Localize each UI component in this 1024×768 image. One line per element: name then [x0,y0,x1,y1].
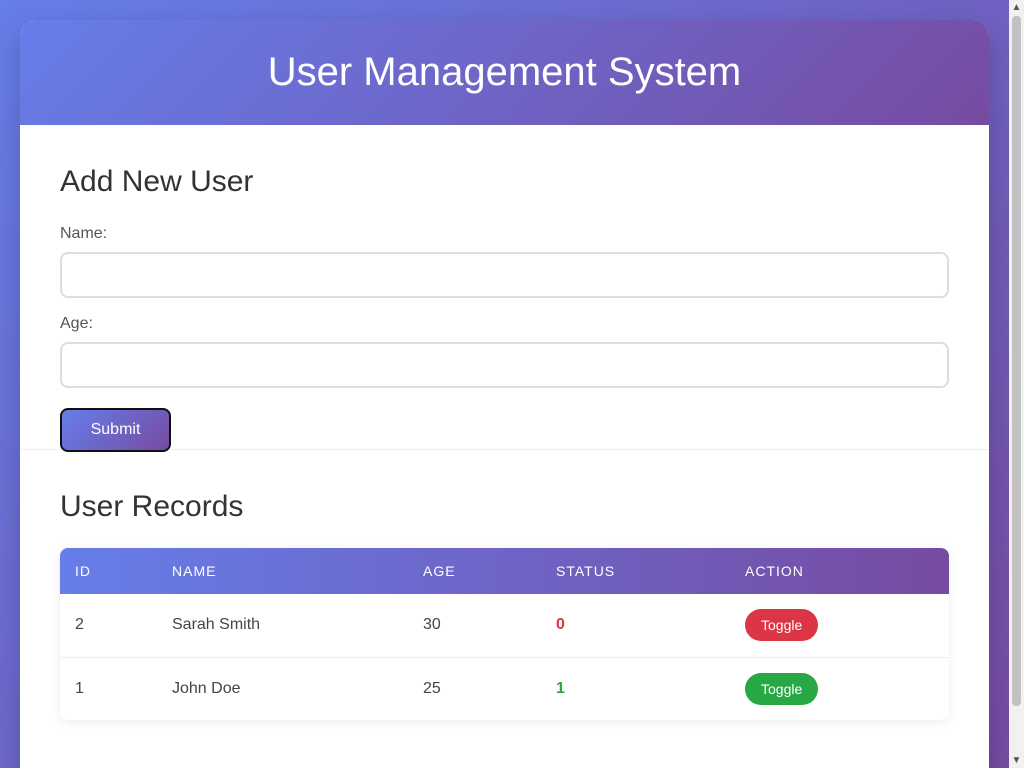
submit-button[interactable]: Submit [60,408,171,452]
age-label: Age: [60,315,93,332]
toggle-button[interactable]: Toggle [745,672,819,705]
user-records-title: User Records [60,490,244,523]
column-header-status: STATUS [556,563,616,579]
vertical-scrollbar[interactable]: ▲ ▼ [1009,0,1024,768]
user-age-cell: 30 [423,616,441,634]
chevron-down-icon[interactable]: ▼ [1009,753,1024,768]
user-action-cell: Toggle [730,594,949,657]
page-title: User Management System [267,49,742,94]
user-records-section: User Records ID NAME AGE STATUS ACTION 2… [20,450,989,720]
add-user-title: Add New User [60,165,254,198]
column-header-name: NAME [172,563,217,579]
age-input[interactable] [60,342,949,388]
user-action-cell: Toggle [730,657,949,720]
app-header: User Management System [20,20,989,125]
user-status-cell: 1 [556,679,565,697]
column-header-age: AGE [423,563,456,579]
column-header-id: ID [75,563,91,579]
user-name-cell: Sarah Smith [172,616,261,634]
name-form-group: Name: [60,226,949,298]
user-age-cell: 25 [423,679,441,697]
user-status-cell: 0 [556,616,565,634]
age-form-group: Age: [60,316,949,388]
user-records-table: ID NAME AGE STATUS ACTION 2 Sarah Smith … [60,548,949,720]
user-id-cell: 1 [75,679,84,697]
table-row: 1 John Doe 25 1 Toggle [60,657,949,720]
name-label: Name: [60,225,108,242]
column-header-action: ACTION [745,563,804,579]
name-input[interactable] [60,252,949,298]
table-header-row: ID NAME AGE STATUS ACTION [60,548,949,594]
table-header: ID NAME AGE STATUS ACTION [60,548,949,594]
add-user-section: Add New User Name: Age: Submit [20,125,989,452]
toggle-button[interactable]: Toggle [745,609,819,642]
user-records-table-wrapper: ID NAME AGE STATUS ACTION 2 Sarah Smith … [60,548,949,720]
page: User Management System Add New User Name… [0,0,1009,768]
scrollbar-thumb[interactable] [1012,16,1021,706]
table-body: 2 Sarah Smith 30 0 Toggle 1 John Doe 25 [60,594,949,720]
user-name-cell: John Doe [172,679,241,697]
chevron-up-icon[interactable]: ▲ [1009,0,1024,15]
user-id-cell: 2 [75,616,84,634]
main-container: User Management System Add New User Name… [20,20,989,768]
table-row: 2 Sarah Smith 30 0 Toggle [60,594,949,657]
